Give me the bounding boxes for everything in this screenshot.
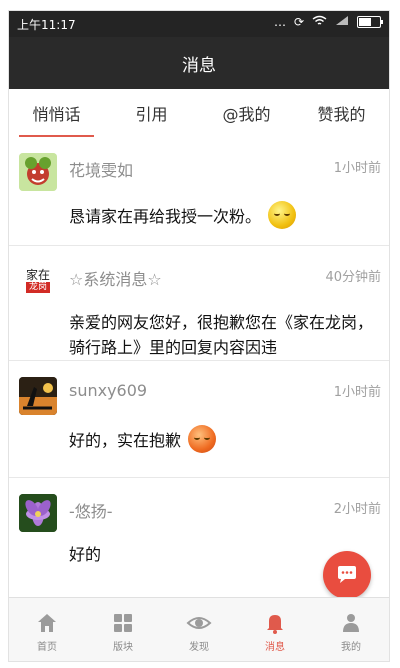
avatar: [19, 377, 57, 415]
avatar-text: 家在: [25, 268, 50, 282]
phone-screen: 上午11:17 … ⟳ 消息 悄悄话 引用 @我的 赞我的 花境雯如 1小时前 …: [8, 10, 390, 662]
sender-name: sunxy609: [69, 381, 148, 400]
apology-emoji-icon: [188, 425, 217, 453]
page-title: 消息: [9, 37, 389, 89]
nav-discover-label: 发现: [189, 642, 209, 653]
nav-sections[interactable]: 版块: [85, 604, 161, 658]
compose-message-button[interactable]: [323, 551, 371, 599]
message-preview: 好的，实在抱歉: [69, 425, 385, 453]
message-text: 恳请家在再给我授一次粉。: [69, 207, 262, 226]
smile-emoji-icon: [268, 201, 297, 229]
eye-icon: [185, 609, 213, 637]
status-icons: … ⟳: [273, 15, 383, 29]
message-tabs: 悄悄话 引用 @我的 赞我的: [9, 89, 389, 138]
battery-icon: [357, 16, 383, 28]
nav-profile[interactable]: 我的: [313, 604, 389, 658]
bell-icon: [261, 609, 289, 637]
message-list: 花境雯如 1小时前 恳请家在再给我授一次粉。 家在 龙岗 ☆系统消息☆ 40分钟…: [9, 137, 389, 598]
tab-likes[interactable]: 赞我的: [294, 89, 389, 137]
sender-name: -悠扬-: [69, 502, 113, 521]
message-time: 2小时前: [333, 502, 381, 517]
sync-icon: ⟳: [293, 15, 304, 29]
message-preview: 恳请家在再给我授一次粉。: [69, 201, 385, 229]
chat-icon: [338, 566, 356, 583]
sender-name: ☆系统消息☆: [69, 270, 162, 289]
message-time: 1小时前: [333, 161, 381, 176]
nav-discover[interactable]: 发现: [161, 604, 237, 658]
grid-icon: [109, 609, 137, 637]
avatar: [19, 153, 57, 191]
person-icon: [337, 609, 365, 637]
wifi-icon: [312, 15, 327, 29]
nav-messages-label: 消息: [265, 642, 285, 653]
message-time: 1小时前: [333, 385, 381, 400]
sender-name: 花境雯如: [69, 161, 134, 180]
message-time: 40分钟前: [325, 270, 381, 285]
tab-quotes[interactable]: 引用: [104, 89, 199, 137]
dots-icon: …: [273, 15, 286, 29]
bottom-navigation: 首页 版块 发现 消息 我的: [9, 597, 389, 661]
home-icon: [33, 609, 61, 637]
message-item[interactable]: 家在 龙岗 ☆系统消息☆ 40分钟前 亲爱的网友您好，很抱歉您在《家在龙岗，骑行…: [9, 246, 389, 361]
nav-profile-label: 我的: [341, 642, 361, 653]
avatar: [19, 494, 57, 532]
status-bar: 上午11:17 … ⟳: [9, 11, 389, 37]
avatar-subtext: 龙岗: [25, 282, 50, 293]
message-item[interactable]: 花境雯如 1小时前 恳请家在再给我授一次粉。: [9, 137, 389, 246]
message-text: 亲爱的网友您好，很抱歉您在《家在龙岗，骑行路上》里的回复内容因违: [69, 313, 374, 357]
nav-home-label: 首页: [37, 642, 57, 653]
nav-messages[interactable]: 消息: [237, 604, 313, 658]
status-time: 上午11:17: [17, 18, 76, 32]
message-item[interactable]: sunxy609 1小时前 好的，实在抱歉: [9, 361, 389, 478]
tab-mentions[interactable]: @我的: [199, 89, 294, 137]
tab-private-messages[interactable]: 悄悄话: [9, 89, 104, 138]
avatar: 家在 龙岗: [19, 262, 57, 300]
signal-icon: [335, 15, 349, 29]
nav-sections-label: 版块: [113, 642, 133, 653]
message-text: 好的，实在抱歉: [69, 431, 182, 450]
nav-home[interactable]: 首页: [9, 604, 85, 658]
